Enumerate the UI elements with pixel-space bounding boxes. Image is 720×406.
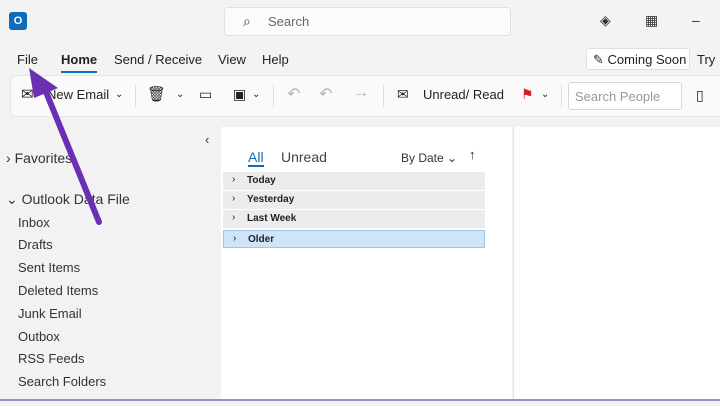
folder-pane: ‹ › Favorites ⌄ Outlook Data File Inbox …	[0, 127, 220, 399]
chevron-right-icon: ›	[232, 212, 236, 223]
search-icon: ⌕	[243, 13, 251, 29]
data-file-label: Outlook Data File	[21, 191, 130, 207]
envelope-open-icon: ✉	[397, 86, 409, 102]
move-dropdown-icon[interactable]: ⌄	[252, 89, 260, 100]
folder-inbox[interactable]: Inbox	[18, 215, 50, 230]
chevron-down-icon: ⌄	[447, 151, 458, 165]
divider	[135, 85, 136, 107]
sort-direction-icon[interactable]: ↑	[469, 147, 476, 162]
window-border	[0, 399, 720, 401]
reply-icon[interactable]: ↶	[287, 84, 300, 104]
pen-icon: ✎	[593, 52, 604, 67]
collapse-pane-icon[interactable]: ‹	[205, 132, 209, 147]
data-file-header[interactable]: ⌄ Outlook Data File	[6, 191, 130, 208]
new-email-dropdown-icon[interactable]: ⌄	[115, 89, 123, 100]
group-yesterday[interactable]: › Yesterday	[223, 191, 485, 209]
folder-sent-items[interactable]: Sent Items	[18, 260, 80, 275]
favorites-header[interactable]: › Favorites	[6, 150, 72, 166]
grid-icon[interactable]: ▦	[645, 12, 658, 29]
divider	[273, 85, 274, 107]
chevron-down-icon: ⌄	[6, 191, 18, 207]
group-today[interactable]: › Today	[223, 172, 485, 190]
minimize-icon[interactable]: –	[692, 12, 700, 28]
address-book-icon[interactable]: ▯	[696, 87, 704, 104]
folder-rss-feeds[interactable]: RSS Feeds	[18, 351, 84, 366]
search-box[interactable]: ⌕ Search	[224, 7, 511, 36]
diamond-icon[interactable]: ◈	[600, 12, 611, 29]
try-label[interactable]: Try	[697, 52, 715, 67]
sort-label: By Date	[401, 151, 444, 165]
folder-junk-email[interactable]: Junk Email	[18, 306, 82, 321]
favorites-label: Favorites	[14, 150, 73, 166]
folder-deleted-items[interactable]: Deleted Items	[18, 283, 98, 298]
search-placeholder: Search	[268, 14, 310, 29]
sort-by-date-button[interactable]: By Date ⌄	[401, 151, 457, 165]
tab-send-receive[interactable]: Send / Receive	[114, 52, 202, 67]
forward-icon[interactable]: →	[353, 84, 369, 102]
new-email-icon: ✉	[21, 86, 34, 103]
title-bar: O ⌕ Search ◈ ▦ –	[0, 0, 720, 44]
folder-outbox[interactable]: Outbox	[18, 329, 60, 344]
coming-soon-label: Coming Soon	[607, 52, 687, 67]
folder-search-folders[interactable]: Search Folders	[18, 374, 106, 389]
move-icon[interactable]: ▣	[233, 86, 246, 103]
delete-dropdown-icon[interactable]: ⌄	[176, 89, 184, 100]
filter-all-tab[interactable]: All	[248, 149, 264, 167]
tab-home[interactable]: Home	[61, 52, 98, 73]
archive-icon[interactable]: ▭	[199, 86, 212, 103]
divider	[383, 85, 384, 107]
unread-read-button[interactable]: Unread/ Read	[423, 87, 504, 102]
chevron-right-icon: ›	[232, 174, 236, 185]
group-label: Older	[248, 234, 275, 245]
group-label: Today	[247, 175, 276, 186]
group-older[interactable]: › Older	[223, 230, 485, 248]
delete-icon[interactable]: 🗑	[147, 85, 166, 103]
chevron-right-icon: ›	[233, 233, 237, 244]
message-list: All Unread By Date ⌄ ↑ › Today › Yesterday…	[221, 127, 512, 399]
tab-view[interactable]: View	[218, 52, 246, 67]
group-label: Last Week	[247, 213, 297, 224]
tab-file[interactable]: File	[17, 52, 38, 67]
reading-pane	[513, 127, 720, 399]
search-people-input[interactable]: Search People	[568, 82, 682, 110]
chevron-right-icon: ›	[232, 193, 236, 204]
flag-icon[interactable]: ⚑	[521, 86, 534, 103]
flag-dropdown-icon[interactable]: ⌄	[541, 89, 549, 100]
outlook-app-icon: O	[9, 12, 27, 30]
reply-all-icon[interactable]: ↶	[319, 84, 332, 104]
divider	[561, 85, 562, 107]
folder-drafts[interactable]: Drafts	[18, 237, 53, 252]
filter-unread-tab[interactable]: Unread	[281, 149, 327, 165]
group-label: Yesterday	[247, 194, 295, 205]
coming-soon-toggle[interactable]: ✎ Coming Soon	[586, 48, 690, 70]
tab-help[interactable]: Help	[262, 52, 289, 67]
new-email-button[interactable]: New Email	[47, 87, 109, 102]
group-last-week[interactable]: › Last Week	[223, 210, 485, 228]
chevron-right-icon: ›	[6, 150, 11, 166]
